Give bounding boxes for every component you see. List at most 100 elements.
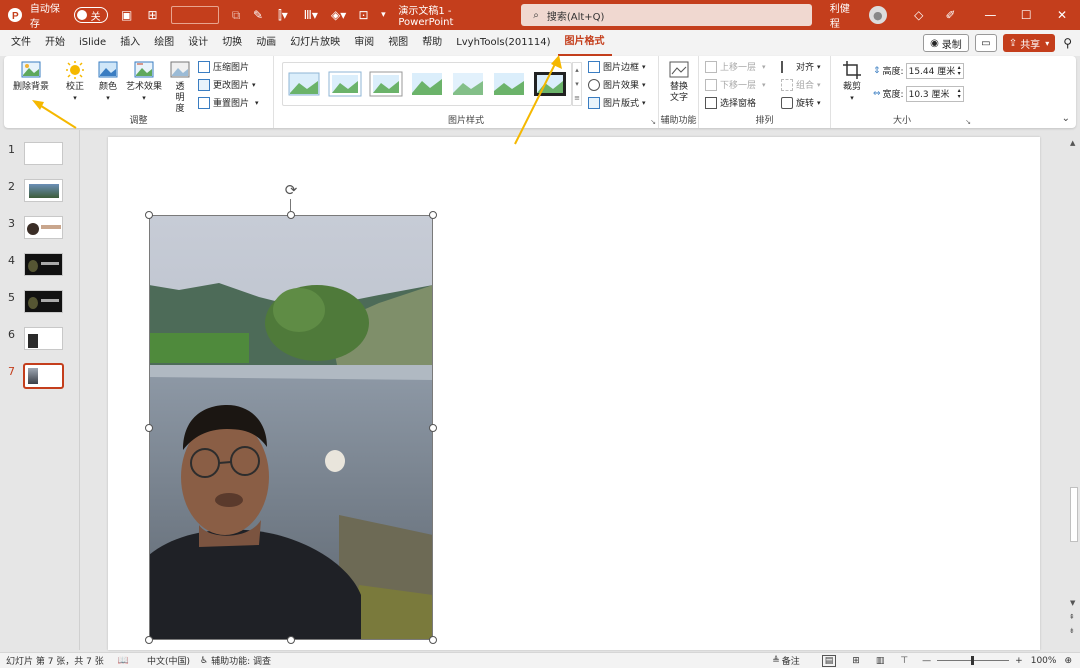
language[interactable]: 中文(中国): [147, 654, 190, 667]
close-icon[interactable]: ✕: [1044, 0, 1080, 30]
rotate-button[interactable]: 旋转 ▾: [781, 94, 821, 111]
compress-pictures-button[interactable]: 压缩图片: [198, 58, 249, 75]
fill-icon[interactable]: ◈▾: [325, 0, 353, 30]
transparency-button[interactable]: 透明度: [166, 60, 194, 115]
scroll-up-icon[interactable]: ▲: [1070, 139, 1075, 147]
normal-view-icon[interactable]: ▤: [821, 654, 837, 667]
shape-icon[interactable]: ⧉: [225, 0, 247, 30]
style-thumb-5[interactable]: [451, 71, 485, 97]
font-size-box[interactable]: [171, 6, 220, 24]
user-name[interactable]: 利健 程: [830, 0, 863, 30]
alt-text-button[interactable]: 替换文字: [661, 60, 697, 104]
minimize-icon[interactable]: —: [973, 0, 1009, 30]
pen-icon[interactable]: ✐: [935, 0, 967, 30]
rotate-handle[interactable]: ⟳: [282, 181, 300, 199]
tab-picture-format[interactable]: 图片格式: [557, 30, 612, 56]
tab-lvyhtools[interactable]: LvyhTools(201114): [449, 30, 557, 56]
notes-button[interactable]: 备注: [782, 654, 800, 667]
zoom-slider[interactable]: [937, 656, 1010, 665]
height-input[interactable]: 15.44 厘米 ▴ ▾: [905, 62, 964, 79]
slide-sorter-icon[interactable]: ⊞: [852, 656, 860, 666]
next-slide-icon[interactable]: ⇟: [1069, 627, 1075, 635]
picture-layout-button[interactable]: 图片版式 ▾: [588, 94, 646, 111]
spinner-icon[interactable]: ▴ ▾: [958, 64, 961, 77]
gallery-scroll[interactable]: ▴ ▾ ≡: [572, 62, 582, 106]
crop-button[interactable]: 裁剪 ▾: [837, 60, 867, 104]
reset-picture-button[interactable]: 重置图片 ▾: [198, 94, 259, 111]
tab-file[interactable]: 文件: [4, 30, 38, 56]
maximize-icon[interactable]: ☐: [1008, 0, 1044, 30]
zoom-out-icon[interactable]: —: [922, 656, 931, 666]
fit-to-window-icon[interactable]: ⊕: [1064, 656, 1072, 666]
accessibility-status[interactable]: 辅助功能: 调查: [211, 654, 271, 667]
more-icon[interactable]: ≡: [574, 94, 580, 102]
chevron-up-icon[interactable]: ▴: [575, 66, 579, 74]
tab-slideshow[interactable]: 幻灯片放映: [283, 30, 347, 56]
resize-handle-left[interactable]: [145, 424, 153, 432]
resize-handle-right[interactable]: [429, 424, 437, 432]
dialog-launcher-icon[interactable]: ↘: [965, 118, 971, 126]
resize-handle-top-left[interactable]: [145, 211, 153, 219]
layout-icon[interactable]: ⊡: [353, 0, 375, 30]
style-thumb-6[interactable]: [492, 71, 526, 97]
change-picture-button[interactable]: 更改图片 ▾: [198, 76, 256, 93]
search-box[interactable]: ⌕ 搜索(Alt+Q): [521, 4, 812, 26]
previous-slide-icon[interactable]: ⇞: [1069, 613, 1075, 621]
spinner-icon[interactable]: ▴ ▾: [958, 87, 961, 100]
reading-view-icon[interactable]: ▥: [876, 656, 885, 666]
tab-review[interactable]: 审阅: [347, 30, 381, 56]
tab-help[interactable]: 帮助: [415, 30, 449, 56]
zoom-level[interactable]: 100%: [1031, 656, 1057, 666]
width-input[interactable]: 10.3 厘米 ▴ ▾: [905, 85, 964, 102]
slide-thumbnail[interactable]: 6: [0, 325, 80, 355]
style-thumb-2[interactable]: [328, 71, 362, 97]
avatar[interactable]: ●: [868, 6, 887, 24]
spell-check-icon[interactable]: 📖: [118, 656, 129, 666]
text-icon[interactable]: Ⅲ▾: [297, 0, 325, 30]
tab-design[interactable]: 设计: [181, 30, 215, 56]
collapse-ribbon-icon[interactable]: ⌄: [1062, 113, 1070, 124]
share-button[interactable]: ⇪ 共享 ▾: [1002, 34, 1056, 52]
comment-icon[interactable]: ▭: [974, 34, 997, 52]
vertical-scrollbar[interactable]: ▲ ▼ ⇞ ⇟: [1068, 137, 1080, 650]
slide-thumbnail[interactable]: 4: [0, 251, 80, 281]
slide-thumbnail-current[interactable]: 7: [0, 362, 80, 392]
selection-pane-button[interactable]: 选择窗格: [705, 94, 756, 111]
picture-border-button[interactable]: 图片边框 ▾: [588, 58, 646, 75]
slideshow-icon[interactable]: ⊤: [900, 656, 908, 666]
resize-handle-top-right[interactable]: [429, 211, 437, 219]
corrections-button[interactable]: 校正 ▾: [60, 60, 90, 104]
autosave-toggle[interactable]: 关: [73, 7, 108, 23]
zoom-in-icon[interactable]: +: [1015, 656, 1023, 666]
tab-animations[interactable]: 动画: [249, 30, 283, 56]
tab-draw[interactable]: 绘图: [147, 30, 181, 56]
tab-transitions[interactable]: 切换: [215, 30, 249, 56]
tab-insert[interactable]: 插入: [113, 30, 147, 56]
slide-thumbnail[interactable]: 5: [0, 288, 80, 318]
dialog-launcher-icon[interactable]: ↘: [650, 118, 656, 126]
style-thumb-7[interactable]: [533, 71, 567, 97]
diamond-icon[interactable]: ◇: [903, 0, 935, 30]
resize-handle-bottom-right[interactable]: [429, 636, 437, 644]
color-button[interactable]: 颜色 ▾: [93, 60, 123, 104]
scroll-down-icon[interactable]: ▼: [1070, 599, 1075, 607]
align-button[interactable]: 对齐 ▾: [781, 58, 821, 75]
group-button[interactable]: 组合 ▾: [781, 76, 821, 93]
new-slide-icon[interactable]: ⊞: [140, 0, 166, 30]
tab-view[interactable]: 视图: [381, 30, 415, 56]
send-backward-button[interactable]: 下移一层 ▾: [705, 76, 766, 93]
notes-icon[interactable]: ≜: [772, 656, 780, 666]
remove-background-button[interactable]: 删除背景: [8, 60, 54, 93]
resize-handle-top[interactable]: [287, 211, 295, 219]
coauthor-icon[interactable]: ⚲: [1063, 36, 1072, 50]
record-button[interactable]: ◉ 录制: [923, 34, 969, 52]
selected-picture[interactable]: [149, 215, 433, 640]
artistic-effects-button[interactable]: 艺术效果 ▾: [124, 60, 164, 104]
slide-thumbnail[interactable]: 1: [0, 140, 80, 170]
style-thumb-4[interactable]: [410, 71, 444, 97]
accessibility-icon[interactable]: ♿: [200, 656, 208, 666]
scroll-thumb[interactable]: [1070, 487, 1078, 542]
chevron-down-icon[interactable]: ▾: [575, 80, 579, 88]
align-icon[interactable]: ⫿▾: [269, 0, 297, 30]
bring-forward-button[interactable]: 上移一层 ▾: [705, 58, 766, 75]
